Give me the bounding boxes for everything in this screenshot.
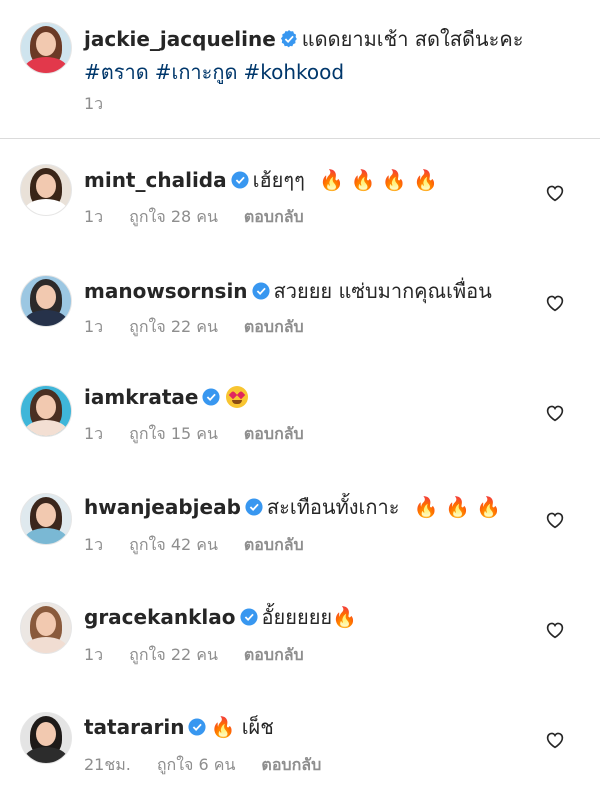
fire-emoji: 🔥 🔥 🔥 🔥	[319, 168, 438, 192]
username[interactable]: tatararin	[84, 715, 184, 739]
reply-button[interactable]: ตอบกลับ	[244, 645, 304, 664]
fire-emoji: 🔥 🔥 🔥	[413, 495, 502, 519]
post-caption: jackie_jacqueline แดดยามเช้า สดใสดีนะคะ #…	[0, 0, 600, 138]
comment-text: สวยยย แซ่บมากคุณเพื่อน	[273, 279, 492, 303]
comment-text: อั้ยยยยย	[261, 605, 333, 629]
avatar[interactable]	[20, 385, 72, 437]
avatar[interactable]	[20, 712, 72, 764]
post-timestamp: 1ว	[84, 94, 104, 113]
heart-outline-icon[interactable]	[545, 184, 565, 202]
verified-badge-icon	[280, 30, 297, 48]
avatar[interactable]	[20, 275, 72, 327]
avatar[interactable]	[20, 493, 72, 545]
hashtag-list: #ตราด #เกาะกูด #kohkood	[84, 56, 350, 88]
username[interactable]: manowsornsin	[84, 279, 248, 303]
comment-timestamp: 21ชม.	[84, 755, 131, 774]
comment-text: สะเทือนทั้งเกาะ	[266, 495, 400, 519]
verified-badge-icon	[251, 282, 270, 300]
username[interactable]: jackie_jacqueline	[84, 27, 276, 51]
heart-outline-icon[interactable]	[545, 294, 565, 312]
heart-outline-icon[interactable]	[545, 621, 565, 639]
username[interactable]: gracekanklao	[84, 605, 236, 629]
hashtag-link[interactable]: #เกาะกูด	[155, 60, 238, 84]
heart-outline-icon[interactable]	[545, 731, 565, 749]
verified-badge-icon	[245, 498, 263, 516]
reply-button[interactable]: ตอบกลับ	[244, 207, 304, 226]
verified-badge-icon	[188, 718, 206, 736]
comment-text: เฮ้ยๆๆ	[252, 168, 305, 192]
comment-timestamp: 1ว	[84, 317, 104, 336]
reply-button[interactable]: ตอบกลับ	[261, 755, 321, 774]
likes-count[interactable]: ถูกใจ 28 คน	[129, 207, 218, 226]
comment-timestamp: 1ว	[84, 207, 104, 226]
fire-emoji: 🔥	[332, 605, 358, 629]
divider	[0, 138, 600, 139]
comment-timestamp: 1ว	[84, 424, 104, 443]
comment-timestamp: 1ว	[84, 645, 104, 664]
comment-timestamp: 1ว	[84, 535, 104, 554]
reply-button[interactable]: ตอบกลับ	[244, 317, 304, 336]
likes-count[interactable]: ถูกใจ 15 คน	[129, 424, 218, 443]
likes-count[interactable]: ถูกใจ 6 คน	[157, 755, 236, 774]
avatar[interactable]	[20, 164, 72, 216]
fire-emoji: 🔥	[210, 715, 242, 739]
heart-eyes-emoji-icon	[226, 386, 249, 408]
likes-count[interactable]: ถูกใจ 42 คน	[129, 535, 218, 554]
avatar[interactable]	[20, 22, 72, 74]
username[interactable]: mint_chalida	[84, 168, 227, 192]
username[interactable]: iamkratae	[84, 385, 198, 409]
username[interactable]: hwanjeabjeab	[84, 495, 241, 519]
likes-count[interactable]: ถูกใจ 22 คน	[129, 317, 218, 336]
heart-outline-icon[interactable]	[545, 404, 565, 422]
hashtag-link[interactable]: #kohkood	[244, 60, 345, 84]
reply-button[interactable]: ตอบกลับ	[244, 535, 304, 554]
comment-text: เผ็ช	[241, 715, 274, 739]
heart-outline-icon[interactable]	[545, 511, 565, 529]
verified-badge-icon	[231, 171, 249, 189]
avatar[interactable]	[20, 602, 72, 654]
reply-button[interactable]: ตอบกลับ	[244, 424, 304, 443]
likes-count[interactable]: ถูกใจ 22 คน	[129, 645, 218, 664]
verified-badge-icon	[239, 608, 258, 626]
verified-badge-icon	[202, 388, 221, 406]
caption-text: แดดยามเช้า สดใสดีนะคะ	[301, 27, 524, 51]
hashtag-link[interactable]: #ตราด	[84, 60, 149, 84]
